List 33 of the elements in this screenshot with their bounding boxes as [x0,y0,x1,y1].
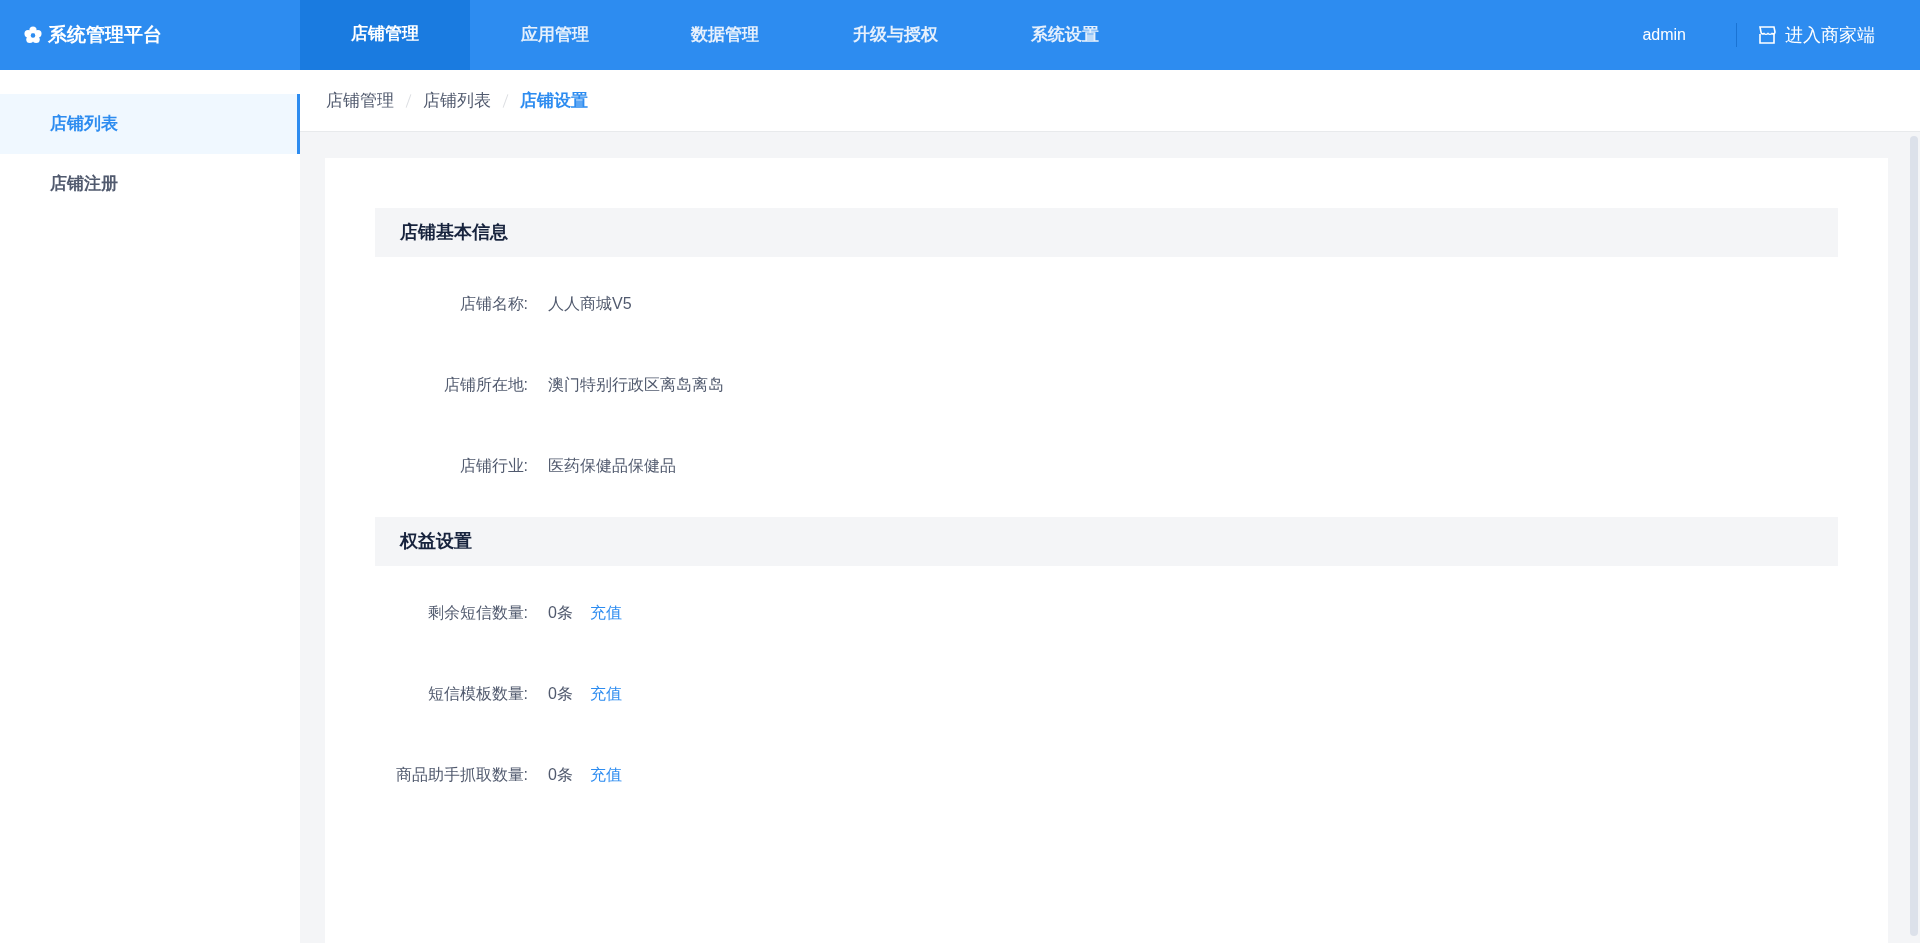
platform-title: 系统管理平台 [48,22,162,47]
field-label: 剩余短信数量: [426,603,528,623]
sidebar-item[interactable]: 店铺注册 [0,154,300,214]
merchant-link[interactable]: 进入商家端 [1737,21,1920,49]
store-icon [1757,25,1777,45]
field-label: 店铺行业: [458,456,528,476]
field-label: 商品助手抓取数量: [394,765,528,785]
field-value: 0条 [548,765,573,785]
field-value: 澳门特别行政区离岛离岛 [548,375,724,395]
section-header: 店铺基本信息 [375,208,1838,257]
section-header: 权益设置 [375,517,1838,566]
breadcrumb-current: 店铺设置 [520,89,588,112]
nav-tab[interactable]: 升级与授权 [810,0,980,70]
flower-icon [24,26,42,44]
field-value: 医药保健品保健品 [548,456,676,476]
nav-tab[interactable]: 系统设置 [980,0,1150,70]
field-value: 0条 [548,603,573,623]
recharge-link[interactable]: 充值 [589,682,622,706]
nav-tab[interactable]: 店铺管理 [300,0,470,70]
field-label: 短信模板数量: [426,684,528,704]
field-label: 店铺所在地: [442,375,528,395]
field-label: 店铺名称: [458,294,528,314]
sidebar-item[interactable]: 店铺列表 [0,94,300,154]
username[interactable]: admin [1642,23,1686,47]
recharge-link[interactable]: 充值 [589,601,622,625]
breadcrumb-link[interactable]: 店铺管理 [326,87,394,114]
nav-tab[interactable]: 数据管理 [640,0,810,70]
nav-tab[interactable]: 应用管理 [470,0,640,70]
field-value: 人人商城V5 [548,294,632,314]
scrollbar[interactable] [1910,136,1918,936]
recharge-link[interactable]: 充值 [589,763,622,787]
field-value: 0条 [548,684,573,704]
breadcrumb-link[interactable]: 店铺列表 [423,87,491,114]
